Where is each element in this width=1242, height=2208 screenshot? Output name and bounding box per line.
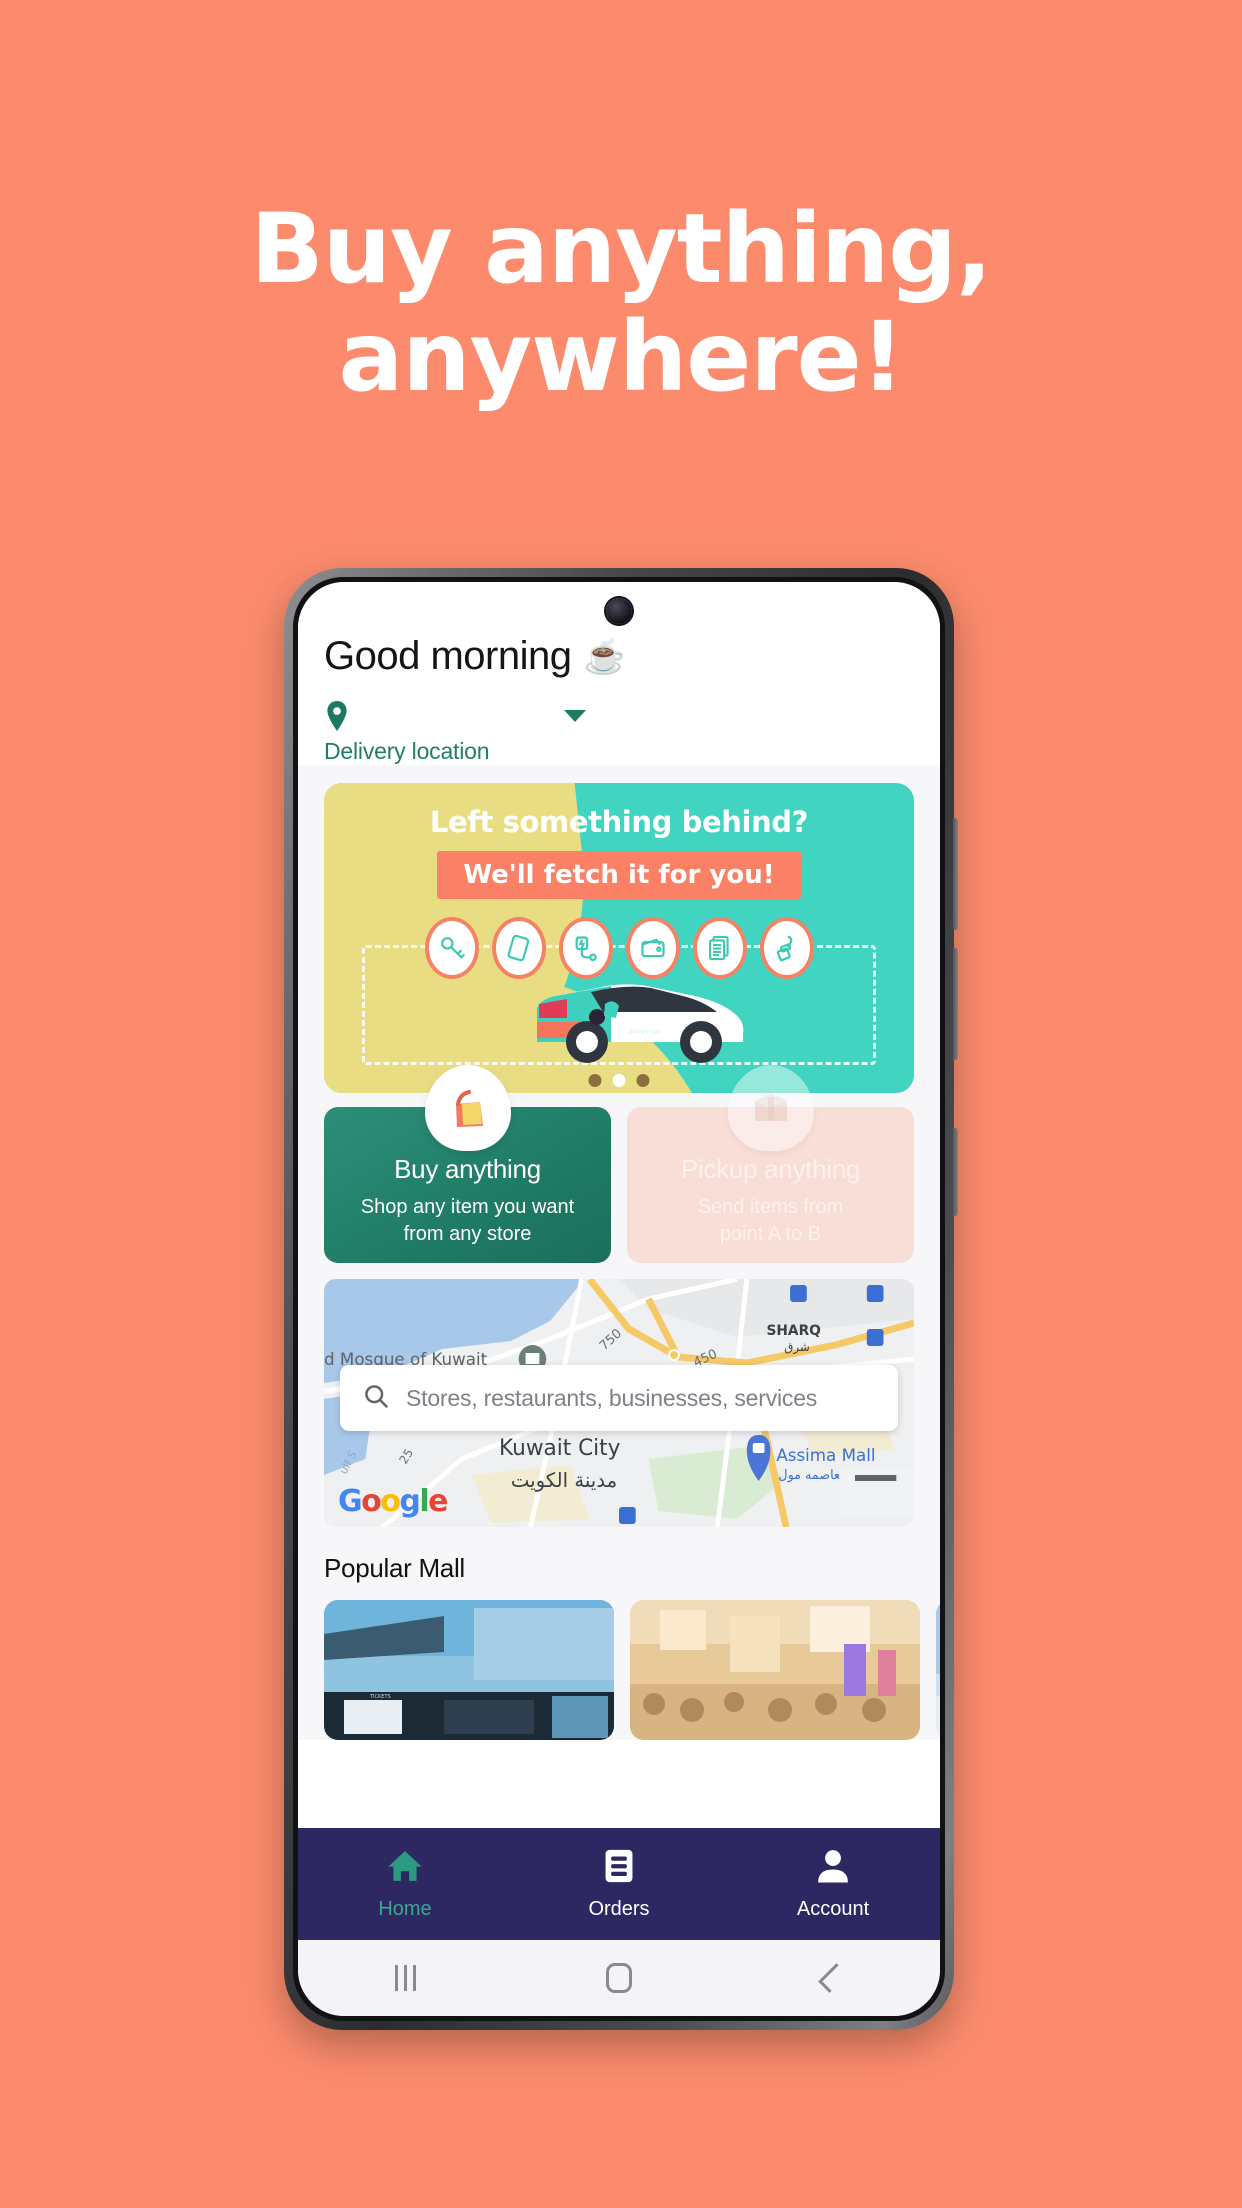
delivery-car-illustration: mashkor delivery app — [479, 960, 759, 1077]
lipstick-icon — [759, 917, 814, 979]
svg-text:Assima Mall: Assima Mall — [776, 1445, 875, 1465]
key-icon — [424, 917, 479, 979]
back-icon[interactable] — [726, 1963, 940, 1993]
nav-item-orders[interactable]: Orders — [512, 1847, 726, 1921]
svg-text:مدينة الكويت: مدينة الكويت — [511, 1469, 617, 1492]
nav-item-home[interactable]: Home — [298, 1847, 512, 1921]
carousel-dot-2[interactable] — [612, 1074, 626, 1087]
phone-mockup: Good morning ☕ Delivery location Left so… — [284, 568, 958, 2030]
pickup-anything-desc-2: point A to B — [719, 1223, 822, 1245]
promo-title: Left something behind? — [429, 805, 809, 839]
page-title: Buy anything, anywhere! — [0, 195, 1242, 412]
headline-line-2: anywhere! — [338, 301, 904, 414]
power-button[interactable] — [953, 1128, 958, 1216]
buy-anything-desc-2: from any store — [403, 1223, 532, 1245]
chevron-down-icon[interactable] — [564, 710, 586, 722]
home-icon — [386, 1847, 424, 1890]
system-home-icon[interactable] — [512, 1963, 726, 1993]
package-box-icon — [727, 1065, 814, 1151]
search-icon — [362, 1382, 390, 1415]
coffee-emoji-icon: ☕ — [583, 637, 626, 676]
promo-subtitle: We'll fetch it for you! — [437, 851, 801, 899]
carousel-dot-1[interactable] — [588, 1074, 602, 1087]
mall-card-3[interactable] — [936, 1600, 940, 1740]
recents-icon[interactable] — [298, 1965, 512, 1991]
promo-banner[interactable]: Left something behind? We'll fetch it fo… — [324, 783, 914, 1093]
map-search-input[interactable]: Stores, restaurants, businesses, service… — [406, 1385, 817, 1412]
greeting-text: Good morning — [324, 634, 572, 678]
action-card-row: Buy anything Shop any item you want from… — [324, 1065, 914, 1263]
orders-icon — [600, 1847, 638, 1890]
svg-text:Kuwait City: Kuwait City — [499, 1436, 621, 1461]
phone-inner-frame: Good morning ☕ Delivery location Left so… — [293, 577, 945, 2021]
shopping-bag-icon — [424, 1065, 511, 1151]
nav-label-home: Home — [378, 1898, 432, 1920]
android-system-nav — [298, 1940, 940, 2016]
front-camera-icon — [606, 598, 632, 624]
map-search-bar[interactable]: Stores, restaurants, businesses, service… — [340, 1365, 898, 1431]
popular-mall-list[interactable]: TICKETS — [324, 1600, 940, 1740]
volume-up-button[interactable] — [953, 818, 958, 930]
svg-text:SHARQ: SHARQ — [767, 1323, 822, 1339]
popular-mall-title: Popular Mall — [324, 1553, 465, 1583]
svg-text:mashkor: mashkor — [629, 1016, 664, 1025]
location-pin-icon — [324, 701, 350, 731]
volume-down-button[interactable] — [953, 948, 958, 1060]
nav-item-account[interactable]: Account — [726, 1847, 940, 1921]
account-icon — [814, 1847, 852, 1890]
map-card[interactable]: 750 450 25 ulf S SHARQ شرق d Mosque of K… — [324, 1279, 914, 1527]
carousel-dots[interactable] — [588, 1074, 650, 1087]
greeting-row: Good morning ☕ — [324, 634, 914, 679]
svg-text:TICKETS: TICKETS — [369, 1694, 391, 1700]
delivery-location-selector[interactable] — [324, 701, 586, 731]
buy-anything-card[interactable]: Buy anything Shop any item you want from… — [324, 1065, 611, 1263]
mall-card-2[interactable] — [630, 1600, 920, 1740]
mall-card-1[interactable]: TICKETS — [324, 1600, 614, 1740]
nav-label-orders: Orders — [588, 1898, 650, 1920]
buy-anything-desc-1: Shop any item you want — [360, 1196, 575, 1219]
google-logo: Google — [338, 1484, 449, 1519]
nav-label-account: Account — [796, 1898, 870, 1920]
headline-line-1: Buy anything, — [250, 193, 993, 305]
app-scroll-body: Left something behind? We'll fetch it fo… — [298, 765, 940, 1740]
pickup-anything-title: Pickup anything — [680, 1154, 861, 1185]
carousel-dot-3[interactable] — [636, 1074, 650, 1087]
bottom-navigation: Home Orders Account — [298, 1828, 940, 1940]
phone-screen: Good morning ☕ Delivery location Left so… — [298, 582, 940, 2016]
svg-text:شرق: شرق — [784, 1340, 810, 1355]
buy-anything-title: Buy anything — [394, 1154, 541, 1185]
pickup-anything-card[interactable]: Pickup anything Send items from point A … — [627, 1065, 914, 1263]
svg-text:العاصمه مول: العاصمه مول — [778, 1468, 847, 1483]
delivery-location-label: Delivery location — [324, 738, 490, 764]
svg-text:delivery app: delivery app — [629, 1029, 660, 1035]
pickup-anything-desc-1: Send items from — [697, 1196, 844, 1219]
